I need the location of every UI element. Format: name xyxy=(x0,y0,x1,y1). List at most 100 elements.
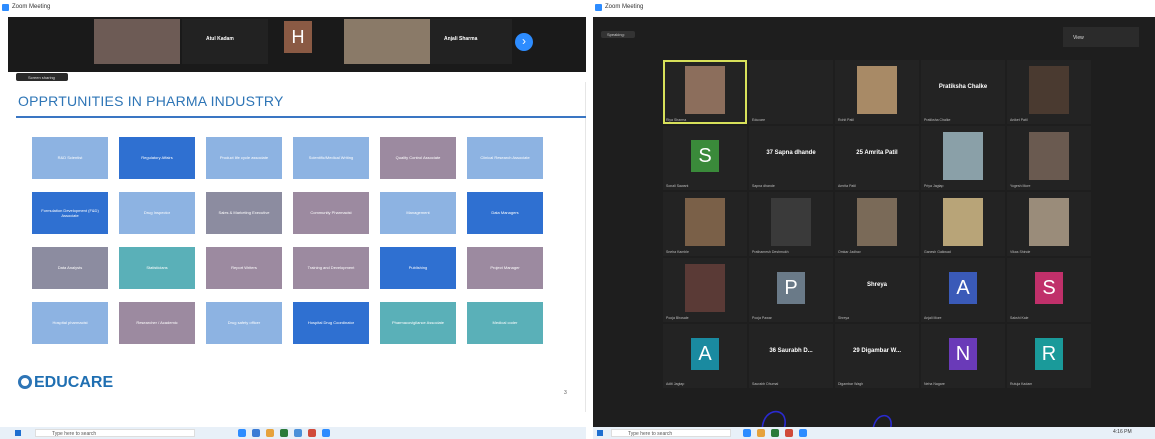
participant-tile[interactable]: Pooja Bhosale xyxy=(663,258,747,322)
participant-tile[interactable]: Shreya Shreya xyxy=(835,258,919,322)
participant-tile-atul[interactable]: Atul Kadam xyxy=(182,19,268,64)
career-box: Report Writers xyxy=(206,247,282,289)
career-box: R&D Scientist xyxy=(32,137,108,179)
search-input[interactable]: Type here to search xyxy=(611,429,731,437)
windows-start-icon[interactable] xyxy=(15,430,21,436)
participant-tile[interactable]: A Aditi Jagtap xyxy=(663,324,747,388)
gallery-view: Speaking: View Riya Sharma Educare Rohit P… xyxy=(593,17,1155,427)
slide-divider xyxy=(16,116,586,118)
avatar: P xyxy=(777,272,805,304)
search-input[interactable]: Type here to search xyxy=(35,429,195,437)
participant-tile[interactable]: S Sakshi Kale xyxy=(1007,258,1091,322)
participant-video xyxy=(685,264,725,312)
participant-name: Neha Nagare xyxy=(924,382,945,386)
participant-tile[interactable]: 25 Amrita Patil Amrita Patil xyxy=(835,126,919,190)
participant-tile[interactable]: Sneha Kamble xyxy=(663,192,747,256)
zoom-icon xyxy=(2,4,9,11)
career-box: Pharmacovigilance Associate xyxy=(380,302,456,344)
participant-tile[interactable]: Rohit Patil xyxy=(835,60,919,124)
participant-tile[interactable]: Vikas Shinde xyxy=(1007,192,1091,256)
taskbar-app-icon[interactable] xyxy=(785,429,793,437)
career-box: Management xyxy=(380,192,456,234)
participant-tile[interactable]: 29 Digambar W... Digambar Wagh xyxy=(835,324,919,388)
participant-tile[interactable]: Priya Jagtap xyxy=(921,126,1005,190)
taskbar-app-icon[interactable] xyxy=(280,429,288,437)
career-box: Statisticians xyxy=(119,247,195,289)
participant-display-name: Pratiksha Chalke xyxy=(938,84,988,90)
participant-tile[interactable]: Riya Sharma xyxy=(663,60,747,124)
participant-strip: Atul Kadam H Anjali Sharma › xyxy=(8,17,586,72)
windows-start-icon[interactable] xyxy=(597,430,603,436)
taskbar-app-icon[interactable] xyxy=(266,429,274,437)
participant-tile[interactable]: Educare xyxy=(749,60,833,124)
taskbar-app-icon[interactable] xyxy=(322,429,330,437)
participant-video xyxy=(943,132,983,180)
participant-tile[interactable]: S Sonali Sawant xyxy=(663,126,747,190)
right-zoom-window: Zoom Meeting Speaking: View Riya Sharma E… xyxy=(593,0,1155,439)
participant-name: Omkar Jadhav xyxy=(838,250,861,254)
participant-display-name: Shreya xyxy=(866,282,887,288)
participant-video-1[interactable] xyxy=(94,19,180,64)
taskbar-app-icon[interactable] xyxy=(743,429,751,437)
career-box: Data Managers xyxy=(467,192,543,234)
taskbar-app-icon[interactable] xyxy=(757,429,765,437)
participant-name: Pratiksha Chalke xyxy=(924,118,951,122)
career-box: Medical coder xyxy=(467,302,543,344)
avatar: S xyxy=(691,140,719,172)
participant-tile[interactable]: Yogesh More xyxy=(1007,126,1091,190)
participant-video xyxy=(1029,132,1069,180)
participant-video xyxy=(685,66,725,114)
career-box: Drug safety officer xyxy=(206,302,282,344)
participant-tile[interactable]: Aniket Patil xyxy=(1007,60,1091,124)
participant-name: Ganesh Gaikwad xyxy=(924,250,951,254)
participant-name: Riya Sharma xyxy=(666,118,687,122)
participant-tile[interactable]: Ganesh Gaikwad xyxy=(921,192,1005,256)
taskbar-app-icon[interactable] xyxy=(771,429,779,437)
participant-video xyxy=(857,66,897,114)
taskbar-app-icon[interactable] xyxy=(294,429,302,437)
participant-name: Educare xyxy=(752,118,766,122)
participant-tile[interactable]: 36 Saurabh D... Saurabh Dhumal xyxy=(749,324,833,388)
participant-avatar-tile[interactable]: H xyxy=(278,19,318,64)
participant-name: Aditi Jagtap xyxy=(666,382,685,386)
avatar: H xyxy=(284,21,312,53)
participant-tile-anjali[interactable]: Anjali Sharma xyxy=(430,19,512,64)
career-box: Regulatory Affairs xyxy=(119,137,195,179)
participant-tile[interactable]: A Anjali More xyxy=(921,258,1005,322)
taskbar-app-icon[interactable] xyxy=(238,429,246,437)
left-taskbar: Type here to search xyxy=(0,427,586,439)
participant-name: Anjali More xyxy=(924,316,942,320)
participant-tile[interactable]: N Neha Nagare xyxy=(921,324,1005,388)
participant-tile[interactable]: R Rutuja Kadam xyxy=(1007,324,1091,388)
participant-name: Priya Jagtap xyxy=(924,184,944,188)
participant-video xyxy=(943,198,983,246)
avatar: A xyxy=(949,272,977,304)
left-window-title: Zoom Meeting xyxy=(12,4,51,10)
taskbar-app-icon[interactable] xyxy=(799,429,807,437)
participant-tile[interactable]: 37 Sapna dhande Sapna dhande xyxy=(749,126,833,190)
logo-text: EDUCARE xyxy=(34,374,114,391)
participant-video xyxy=(1029,198,1069,246)
avatar: S xyxy=(1035,272,1063,304)
career-box: Project Manager xyxy=(467,247,543,289)
next-page-icon[interactable]: › xyxy=(515,33,533,51)
participant-name: Prathamesh Deshmukh xyxy=(752,250,789,254)
tray-clock: 4:16 PM xyxy=(1113,429,1132,435)
participant-video xyxy=(1029,66,1069,114)
zoom-icon xyxy=(595,4,602,11)
participant-name: Pooja Bhosale xyxy=(666,316,689,320)
career-box: Researcher / Academic xyxy=(119,302,195,344)
participant-name: Yogesh More xyxy=(1010,184,1031,188)
participant-tile[interactable]: Prathamesh Deshmukh xyxy=(749,192,833,256)
participant-name: Amrita Patil xyxy=(838,184,856,188)
participant-tile[interactable]: P Pooja Pawar xyxy=(749,258,833,322)
participant-tile[interactable]: Omkar Jadhav xyxy=(835,192,919,256)
taskbar-app-icon[interactable] xyxy=(308,429,316,437)
right-window-title: Zoom Meeting xyxy=(605,4,644,10)
taskbar-app-icon[interactable] xyxy=(252,429,260,437)
participant-video-2[interactable] xyxy=(344,19,430,64)
view-button[interactable]: View xyxy=(1063,27,1139,47)
participant-tile[interactable]: Pratiksha Chalke Pratiksha Chalke xyxy=(921,60,1005,124)
screen-share-label[interactable]: Screen sharing xyxy=(16,73,68,81)
slide-title: OPPRTUNITIES IN PHARMA INDUSTRY xyxy=(18,93,284,109)
